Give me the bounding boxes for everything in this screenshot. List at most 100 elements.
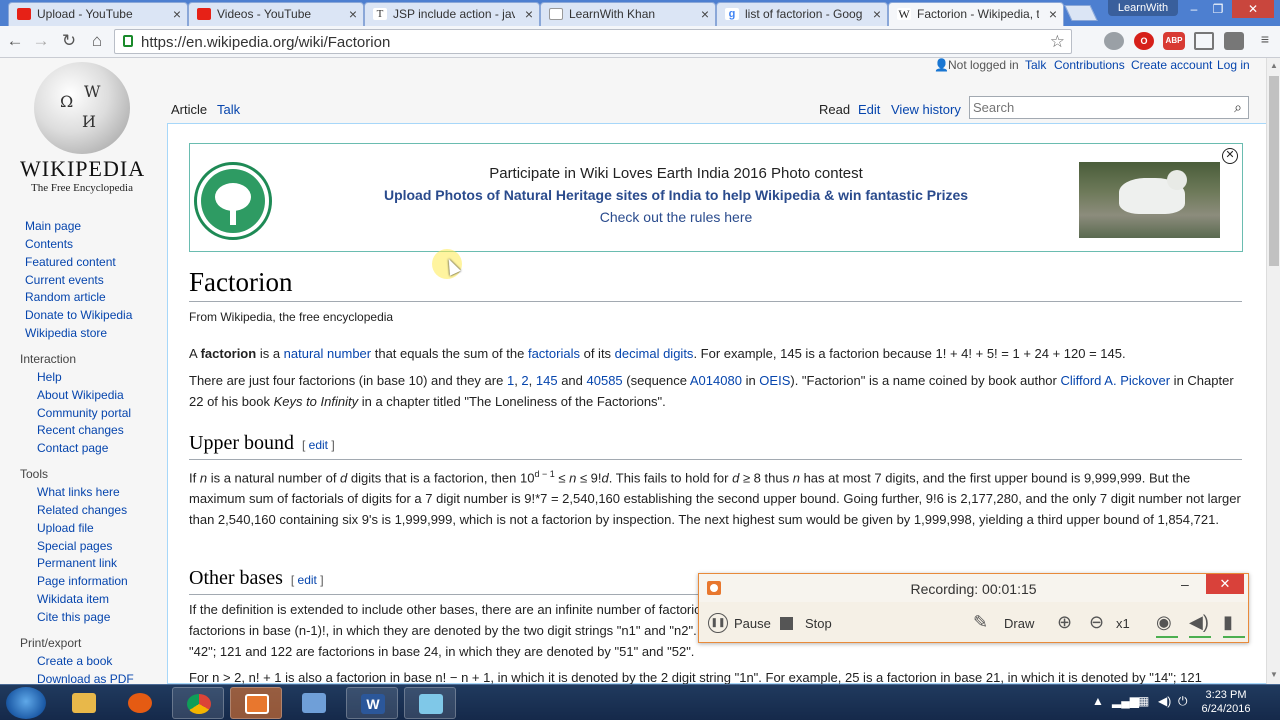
- natural-number-link[interactable]: natural number: [284, 346, 371, 361]
- recorder-close-icon[interactable]: ✕: [1206, 574, 1244, 594]
- contributions-link[interactable]: Contributions: [1054, 58, 1125, 72]
- sidebar-item-permanent-link[interactable]: Permanent link: [37, 556, 117, 570]
- sidebar-item-what-links-here[interactable]: What links here: [37, 485, 120, 499]
- tray-app-icon[interactable]: ▦: [1138, 694, 1149, 708]
- scroll-down-icon[interactable]: ▼: [1270, 670, 1278, 679]
- taskbar-notepad[interactable]: [404, 687, 456, 719]
- sidebar-item-upload-file[interactable]: Upload file: [37, 521, 94, 535]
- wikipedia-logo[interactable]: Ω W И WIKIPEDIA The Free Encyclopedia: [20, 62, 144, 194]
- scroll-up-icon[interactable]: ▲: [1270, 61, 1278, 70]
- sidebar-item-wikipedia-store[interactable]: Wikipedia store: [25, 326, 107, 340]
- tray-expand-icon[interactable]: ▲: [1092, 694, 1104, 708]
- edit-upper-bound-link[interactable]: edit: [309, 438, 328, 452]
- search-icon[interactable]: ⌕: [1234, 99, 1242, 116]
- edit-other-bases-link[interactable]: edit: [298, 573, 317, 587]
- banner-rules-link[interactable]: Check out the rules here: [190, 209, 1162, 225]
- tab-learnwith-khan[interactable]: LearnWith Khan ×: [540, 2, 716, 26]
- log-in-link[interactable]: Log in: [1217, 58, 1250, 72]
- sidebar-item-special-pages[interactable]: Special pages: [37, 539, 112, 553]
- volume-icon[interactable]: ◀): [1158, 694, 1171, 708]
- sidebar-item-create-book[interactable]: Create a book: [37, 654, 112, 668]
- recorder-minimize-icon[interactable]: –: [1181, 576, 1189, 592]
- sidebar-item-related-changes[interactable]: Related changes: [37, 503, 127, 517]
- sidebar-item-about-wikipedia[interactable]: About Wikipedia: [37, 388, 124, 402]
- taskbar-recorder[interactable]: [230, 687, 282, 719]
- pause-icon[interactable]: ❚❚: [708, 613, 728, 633]
- start-button[interactable]: [6, 687, 46, 719]
- decimal-digits-link[interactable]: decimal digits: [615, 346, 694, 361]
- sidebar-item-cite-this-page[interactable]: Cite this page: [37, 610, 110, 624]
- stop-button[interactable]: Stop: [805, 616, 832, 631]
- system-clock[interactable]: 3:23 PM 6/24/2016: [1196, 688, 1256, 716]
- address-bar[interactable]: https://en.wikipedia.org/wiki/Factorion …: [114, 29, 1072, 54]
- close-icon[interactable]: ×: [525, 6, 533, 22]
- chrome-user-badge[interactable]: LearnWith: [1108, 0, 1178, 16]
- reload-icon[interactable]: ↻: [58, 31, 80, 51]
- extension-icon[interactable]: [1104, 32, 1124, 50]
- draw-button[interactable]: Draw: [1004, 616, 1034, 631]
- home-icon[interactable]: ⌂: [86, 31, 108, 51]
- network-icon[interactable]: ▂▄▆: [1112, 694, 1139, 708]
- create-account-link[interactable]: Create account: [1131, 58, 1212, 72]
- sidebar-item-page-information[interactable]: Page information: [37, 574, 128, 588]
- zoom-out-icon[interactable]: ⊖: [1089, 612, 1104, 633]
- number-1-link[interactable]: 1: [507, 373, 514, 388]
- tab-view-history[interactable]: View history: [891, 102, 961, 117]
- tab-upload-youtube[interactable]: Upload - YouTube ×: [8, 2, 188, 26]
- extension-badge-icon[interactable]: [1224, 32, 1244, 50]
- url-text[interactable]: https://en.wikipedia.org/wiki/Factorion: [141, 34, 390, 51]
- factorials-link[interactable]: factorials: [528, 346, 580, 361]
- power-icon[interactable]: ⏻: [1178, 694, 1188, 709]
- pencil-icon[interactable]: ✎: [973, 612, 988, 633]
- forward-arrow-icon[interactable]: →: [30, 31, 52, 51]
- a014080-link[interactable]: A014080: [690, 373, 742, 388]
- sidebar-item-main-page[interactable]: Main page: [25, 219, 81, 233]
- taskbar-firefox[interactable]: [114, 687, 166, 719]
- back-arrow-icon[interactable]: ←: [4, 31, 26, 51]
- sidebar-item-wikidata-item[interactable]: Wikidata item: [37, 592, 109, 606]
- taskbar-word[interactable]: W: [346, 687, 398, 719]
- sidebar-item-random-article[interactable]: Random article: [25, 290, 106, 304]
- cast-icon[interactable]: [1194, 32, 1214, 50]
- sidebar-item-donate[interactable]: Donate to Wikipedia: [25, 308, 132, 322]
- close-icon[interactable]: ×: [173, 6, 181, 22]
- tab-jsp-include[interactable]: T JSP include action - javatpoint ×: [364, 2, 540, 26]
- webcam-icon[interactable]: ◉: [1156, 612, 1178, 638]
- new-tab-button[interactable]: [1064, 5, 1098, 21]
- tab-factorion-wikipedia[interactable]: W Factorion - Wikipedia, the free encycl…: [888, 2, 1064, 26]
- speaker-icon[interactable]: ◀): [1189, 612, 1211, 638]
- close-icon[interactable]: ×: [873, 6, 881, 22]
- tab-read[interactable]: Read: [819, 102, 850, 117]
- tab-article[interactable]: Article: [171, 102, 207, 117]
- sidebar-item-contents[interactable]: Contents: [25, 237, 73, 251]
- taskbar-chrome[interactable]: [172, 687, 224, 719]
- banner-upload-link[interactable]: Upload Photos of Natural Heritage sites …: [190, 187, 1162, 203]
- sidebar-item-download-pdf[interactable]: Download as PDF: [37, 672, 134, 684]
- close-icon[interactable]: ×: [349, 6, 357, 22]
- maximize-icon[interactable]: ❐: [1206, 0, 1230, 18]
- sidebar-item-recent-changes[interactable]: Recent changes: [37, 423, 124, 437]
- tab-videos-youtube[interactable]: Videos - YouTube ×: [188, 2, 364, 26]
- oeis-link[interactable]: OEIS: [759, 373, 790, 388]
- tab-talk[interactable]: Talk: [217, 102, 240, 117]
- wiki-search-input[interactable]: [970, 97, 1220, 117]
- zoom-in-icon[interactable]: ⊕: [1057, 612, 1072, 633]
- pickover-link[interactable]: Clifford A. Pickover: [1060, 373, 1170, 388]
- window-close-icon[interactable]: ✕: [1232, 0, 1274, 18]
- microphone-icon[interactable]: ▮: [1223, 612, 1245, 638]
- bookmark-star-icon[interactable]: ☆: [1050, 32, 1065, 52]
- adblock-plus-icon[interactable]: ABP: [1163, 32, 1185, 50]
- number-145-link[interactable]: 145: [536, 373, 558, 388]
- sidebar-item-help[interactable]: Help: [37, 370, 62, 384]
- sidebar-item-current-events[interactable]: Current events: [25, 273, 104, 287]
- scrollbar-thumb[interactable]: [1269, 76, 1279, 266]
- opera-extension-icon[interactable]: O: [1134, 32, 1154, 50]
- page-scrollbar[interactable]: ▲ ▼: [1266, 58, 1280, 684]
- stop-icon[interactable]: [780, 617, 793, 630]
- pause-button[interactable]: Pause: [734, 616, 771, 631]
- number-2-link[interactable]: 2: [521, 373, 528, 388]
- tab-edit[interactable]: Edit: [858, 102, 880, 117]
- sidebar-item-community-portal[interactable]: Community portal: [37, 406, 131, 420]
- banner-close-icon[interactable]: ✕: [1222, 148, 1238, 164]
- sidebar-item-contact-page[interactable]: Contact page: [37, 441, 108, 455]
